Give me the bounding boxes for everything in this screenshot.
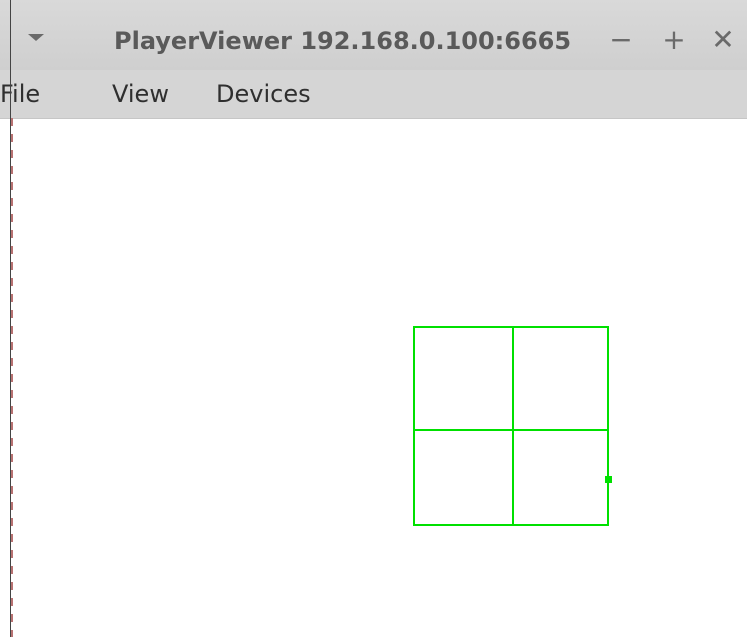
minimize-icon[interactable]: − xyxy=(607,26,635,54)
map-grid-svg xyxy=(413,326,612,526)
robot-position-marker xyxy=(605,476,612,483)
menu-devices[interactable]: Devices xyxy=(216,80,311,108)
title-bar[interactable]: PlayerViewer 192.168.0.100:6665 − + ✕ xyxy=(0,0,747,70)
maximize-icon[interactable]: + xyxy=(660,26,688,54)
window-title: PlayerViewer 192.168.0.100:6665 xyxy=(114,27,572,55)
viewer-canvas[interactable] xyxy=(0,118,747,637)
player-viewer-window: PlayerViewer 192.168.0.100:6665 − + ✕ Fi… xyxy=(0,0,747,637)
window-menu-icon[interactable] xyxy=(28,34,44,41)
grid-outline xyxy=(413,326,609,526)
menu-view[interactable]: View xyxy=(112,80,169,108)
menu-bar: File View Devices xyxy=(0,70,747,119)
close-icon[interactable]: ✕ xyxy=(709,26,737,54)
